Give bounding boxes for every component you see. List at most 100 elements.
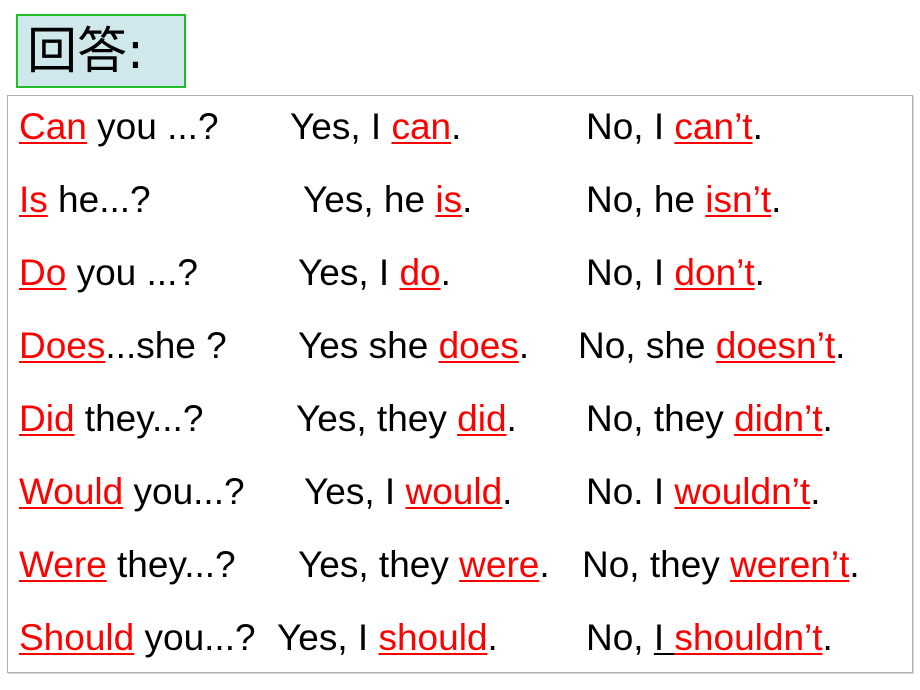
- auxiliary-verb: were: [459, 544, 540, 585]
- answer-prefix: No, they: [586, 398, 735, 439]
- answer-suffix: ...she ?: [105, 325, 227, 366]
- answer-suffix: .: [518, 325, 530, 366]
- table-row: Do you ...? Yes, I do. No, I don’t.: [8, 250, 912, 322]
- question-cell: Does...she ?: [19, 323, 227, 369]
- answer-prefix: No, he: [586, 179, 706, 220]
- answer-prefix: Yes, I: [304, 471, 406, 512]
- title-box: 回答:: [16, 14, 186, 88]
- table-row: Would you...? Yes, I would. No. I wouldn’t…: [8, 469, 912, 541]
- auxiliary-verb: shouldn’t: [674, 617, 823, 658]
- affirmative-answer-cell: Yes, I do.: [298, 250, 451, 296]
- table-row: Does...she ? Yes she does. No, she doesn’t…: [8, 323, 912, 395]
- auxiliary-verb: Did: [19, 398, 75, 439]
- answer-suffix: .: [771, 179, 782, 220]
- auxiliary-verb: Is: [19, 179, 48, 220]
- answer-prefix: Yes, I: [277, 617, 379, 658]
- answer-prefix: Yes, they: [296, 398, 458, 439]
- answer-prefix: Yes, I: [290, 106, 392, 147]
- answer-suffix: .: [502, 471, 513, 512]
- answer-suffix: .: [462, 179, 473, 220]
- question-cell: Is he...?: [19, 177, 151, 223]
- answer-prefix: No, I: [586, 252, 675, 293]
- answer-suffix: you ...?: [66, 252, 198, 293]
- negative-answer-cell: No, they weren’t.: [582, 542, 860, 588]
- auxiliary-verb: weren’t: [730, 544, 850, 585]
- question-cell: Should you...?: [19, 615, 256, 661]
- negative-answer-cell: No. I wouldn’t.: [586, 469, 820, 515]
- auxiliary-verb: doesn’t: [715, 325, 836, 366]
- auxiliary-verb: can’t: [674, 106, 753, 147]
- table-row: Were they...? Yes, they were. No, they wer…: [8, 542, 912, 614]
- auxiliary-verb: should: [378, 617, 488, 658]
- answer-suffix: .: [835, 325, 846, 366]
- answer-prefix: No, they: [582, 544, 731, 585]
- negative-answer-cell: No, I shouldn’t.: [586, 615, 833, 661]
- auxiliary-verb: Can: [19, 106, 87, 147]
- answer-prefix: Yes, he: [303, 179, 436, 220]
- answer-suffix: .: [487, 617, 498, 658]
- auxiliary-verb: did: [457, 398, 507, 439]
- affirmative-answer-cell: Yes, they were.: [298, 542, 550, 588]
- answer-suffix: .: [539, 544, 550, 585]
- qa-table: Can you ...? Yes, I can. No, I can’t. Is he…: [7, 95, 913, 673]
- answer-prefix: Yes, they: [298, 544, 460, 585]
- affirmative-answer-cell: Yes, he is.: [303, 177, 472, 223]
- table-row: Is he...? Yes, he is. No, he isn’t.: [8, 177, 912, 249]
- affirmative-answer-cell: Yes she does.: [298, 323, 529, 369]
- answer-suffix: you ...?: [86, 106, 219, 147]
- answer-suffix: you...?: [134, 617, 256, 658]
- question-cell: Did they...?: [19, 396, 203, 442]
- auxiliary-verb: Were: [19, 544, 107, 585]
- answer-suffix: .: [849, 544, 860, 585]
- page-title: 回答:: [27, 22, 144, 80]
- auxiliary-verb: Would: [19, 471, 124, 512]
- answer-suffix: .: [451, 106, 462, 147]
- answer-suffix: .: [506, 398, 517, 439]
- table-row: Can you ...? Yes, I can. No, I can’t.: [8, 104, 912, 176]
- answer-suffix: you...?: [123, 471, 245, 512]
- auxiliary-verb: didn’t: [734, 398, 823, 439]
- question-cell: Would you...?: [19, 469, 245, 515]
- affirmative-answer-cell: Yes, they did.: [296, 396, 517, 442]
- negative-answer-cell: No, they didn’t.: [586, 396, 833, 442]
- affirmative-answer-cell: Yes, I can.: [290, 104, 461, 150]
- answer-prefix: Yes she: [298, 325, 439, 366]
- auxiliary-verb: isn’t: [705, 179, 772, 220]
- affirmative-answer-cell: Yes, I should.: [277, 615, 498, 661]
- negative-answer-cell: No, I don’t.: [586, 250, 765, 296]
- auxiliary-verb: is: [435, 179, 463, 220]
- answer-suffix: .: [752, 106, 763, 147]
- table-row: Did they...? Yes, they did. No, they didn’…: [8, 396, 912, 468]
- answer-suffix: they...?: [106, 544, 236, 585]
- answer-suffix: .: [810, 471, 821, 512]
- answer-prefix: No,: [586, 617, 654, 658]
- answer-prefix: No, I: [586, 106, 675, 147]
- table-row: Should you...? Yes, I should. No, I should…: [8, 615, 912, 687]
- answer-suffix: .: [440, 252, 451, 293]
- answer-prefix: Yes, I: [298, 252, 400, 293]
- answer-suffix: .: [754, 252, 765, 293]
- auxiliary-verb: can: [391, 106, 452, 147]
- auxiliary-verb: Does: [19, 325, 106, 366]
- auxiliary-verb: does: [438, 325, 519, 366]
- answer-suffix: .: [822, 617, 833, 658]
- auxiliary-verb: would: [405, 471, 503, 512]
- affirmative-answer-cell: Yes, I would.: [304, 469, 512, 515]
- answer-prefix: No. I: [586, 471, 675, 512]
- answer-suffix: they...?: [74, 398, 204, 439]
- auxiliary-verb: do: [399, 252, 441, 293]
- auxiliary-verb: Do: [19, 252, 67, 293]
- question-cell: Can you ...?: [19, 104, 219, 150]
- question-cell: Were they...?: [19, 542, 236, 588]
- auxiliary-verb: wouldn’t: [674, 471, 811, 512]
- question-cell: Do you ...?: [19, 250, 198, 296]
- answer-suffix: he...?: [47, 179, 151, 220]
- negative-answer-cell: No, he isn’t.: [586, 177, 781, 223]
- answer-suffix: .: [822, 398, 833, 439]
- answer-prefix: No, she: [578, 325, 716, 366]
- subject-underlined: I: [653, 617, 675, 658]
- negative-answer-cell: No, I can’t.: [586, 104, 763, 150]
- auxiliary-verb: Should: [19, 617, 135, 658]
- negative-answer-cell: No, she doesn’t.: [578, 323, 845, 369]
- auxiliary-verb: don’t: [674, 252, 755, 293]
